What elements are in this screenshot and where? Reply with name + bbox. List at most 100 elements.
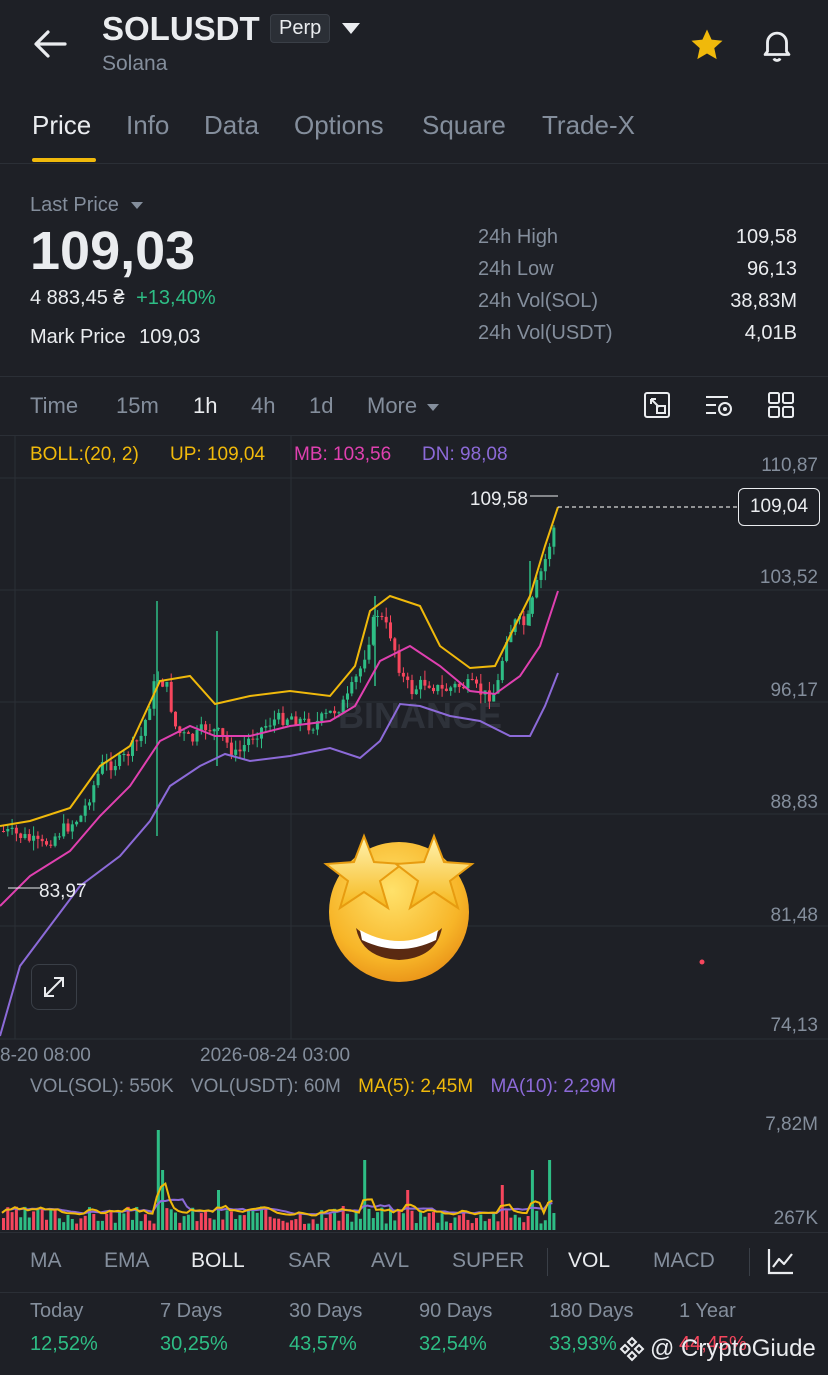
volume-bar (148, 1220, 152, 1230)
symbol-dropdown[interactable] (340, 20, 364, 40)
stat-label-24h-high: 24h High (478, 226, 559, 248)
volume-bar (182, 1216, 186, 1230)
candle-body (165, 681, 169, 687)
timeframe-15m[interactable]: 15m (116, 393, 159, 419)
volume-bar (397, 1211, 401, 1230)
indicator-separator (749, 1248, 750, 1276)
volume-bar (475, 1218, 478, 1230)
converted-price: 4 883,45 ₴ (30, 287, 125, 309)
volume-bar (350, 1221, 354, 1230)
indicator-settings-button[interactable] (704, 390, 738, 422)
tab-options[interactable]: Options (294, 110, 384, 141)
volume-bar (530, 1170, 534, 1230)
boll-dn-value: DN: 98,08 (422, 444, 508, 465)
volume-bar (118, 1211, 122, 1230)
candle-body (358, 668, 362, 677)
volume-bar (358, 1218, 362, 1230)
candle-body (453, 683, 457, 688)
volume-bar (354, 1212, 358, 1230)
volume-bar (522, 1222, 526, 1230)
boll-up-value: UP: 109,04 (170, 444, 266, 465)
candle-body (118, 754, 122, 767)
volume-bar (367, 1208, 371, 1230)
perf-value-180d: 33,93% (549, 1333, 617, 1355)
candle-body (552, 527, 556, 547)
volume-bar (75, 1223, 79, 1230)
timeframe-1h[interactable]: 1h (193, 393, 217, 419)
expand-chart-button[interactable] (31, 964, 77, 1010)
volume-bar (165, 1208, 169, 1230)
candle-body (324, 712, 328, 714)
volume-bar (483, 1221, 487, 1230)
volume-bar (96, 1220, 100, 1230)
timeframe-1d[interactable]: 1d (309, 393, 333, 419)
alert-button[interactable] (758, 26, 798, 66)
timeframe-4h[interactable]: 4h (251, 393, 275, 419)
volume-bar (307, 1223, 311, 1230)
candle-body (204, 724, 208, 731)
indicator-ema[interactable]: EMA (104, 1249, 150, 1273)
volume-bar (414, 1223, 418, 1230)
volume-bar (290, 1220, 294, 1230)
candle-body (440, 684, 444, 689)
candle-body (333, 710, 337, 714)
bell-icon (763, 31, 791, 62)
candle-body (526, 613, 530, 626)
candle-body (457, 683, 461, 687)
timeframe-time[interactable]: Time (30, 393, 78, 419)
watermark: BINANCE (338, 695, 502, 736)
back-button[interactable] (30, 26, 70, 62)
boll-params: BOLL:(20, 2) (30, 444, 139, 465)
indicator-super[interactable]: SUPER (452, 1249, 524, 1273)
star-struck-emoji (316, 820, 482, 986)
vol-ma10: MA(10): 2,29M (490, 1076, 617, 1097)
candle-body (113, 766, 117, 771)
tab-trade-x[interactable]: Trade-X (542, 110, 635, 141)
volume-bar (268, 1216, 272, 1230)
tab-square[interactable]: Square (422, 110, 506, 141)
tab-info[interactable]: Info (126, 110, 169, 141)
volume-bar (376, 1212, 380, 1230)
volume-bar (208, 1218, 212, 1230)
indicator-avl[interactable]: AVL (371, 1249, 409, 1273)
fullscreen-button[interactable] (642, 390, 674, 422)
last-price-selector[interactable]: Last Price (30, 194, 145, 217)
indicator-boll[interactable]: BOLL (191, 1249, 245, 1273)
indicator-vol[interactable]: VOL (568, 1249, 610, 1273)
candle-body (57, 836, 61, 838)
volume-bar (328, 1213, 332, 1230)
volume-bar (10, 1212, 14, 1230)
stat-value-24h-high: 109,58 (735, 226, 797, 248)
expand-icon (44, 977, 64, 997)
caret-down-icon (427, 404, 440, 411)
tab-data[interactable]: Data (204, 110, 259, 141)
volume-bar (548, 1160, 552, 1230)
price-divider (0, 376, 828, 377)
volume-bar (251, 1210, 255, 1230)
indicator-sar[interactable]: SAR (288, 1249, 331, 1273)
candle-body (436, 684, 440, 692)
timeframe-more[interactable]: More (367, 393, 441, 419)
chart-settings-button[interactable] (766, 1246, 798, 1278)
volume-bar (79, 1218, 83, 1230)
symbol-title[interactable]: SOLUSDT (102, 10, 260, 48)
perf-label-30d: 30 Days (289, 1300, 363, 1322)
volume-bar (315, 1223, 319, 1230)
volume-bar (229, 1211, 233, 1230)
vol-divider (0, 1232, 828, 1233)
volume-bar (113, 1222, 117, 1230)
volume-bar (492, 1213, 496, 1230)
volume-bar (277, 1218, 281, 1230)
candle-body (186, 732, 190, 734)
stat-value-24h-vol-usdt: 4,01B (744, 322, 797, 344)
tab-price[interactable]: Price (32, 110, 91, 141)
volume-bar (436, 1222, 440, 1230)
layout-grid-button[interactable] (766, 390, 798, 422)
indicator-macd[interactable]: MACD (653, 1249, 715, 1273)
candle-body (406, 676, 410, 681)
indicator-ma[interactable]: MA (30, 1249, 62, 1273)
vol-legend: VOL(SOL): 550K VOL(USDT): 60M MA(5): 2,4… (30, 1076, 616, 1098)
favorite-button[interactable] (688, 26, 728, 66)
volume-bar (92, 1213, 96, 1230)
candle-body (500, 660, 504, 681)
